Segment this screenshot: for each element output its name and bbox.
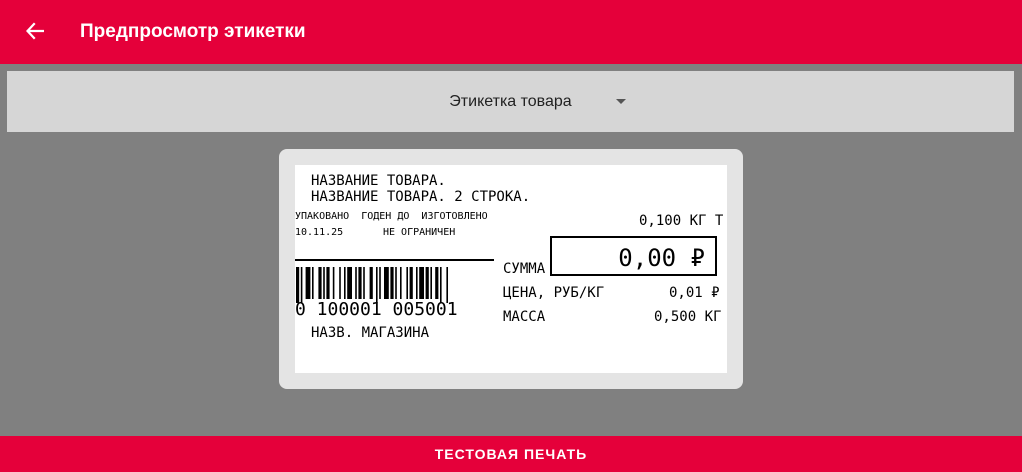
barcode-bar [376,267,378,303]
test-print-button[interactable]: ТЕСТОВАЯ ПЕЧАТЬ [0,436,1022,472]
barcode-bar [312,267,314,299]
tare-value: 0,100 КГ Т [639,213,724,229]
barcode-bar [323,267,325,299]
barcode-bar [332,267,335,299]
product-name-line1: НАЗВАНИЕ ТОВАРА. [311,173,446,189]
barcode-bar [358,267,362,299]
barcode-bar [363,267,365,299]
sum-value: 0,00 ₽ [618,244,705,272]
barcode-bar [305,267,311,299]
barcode-bar [318,267,322,299]
mass-value: 0,500 КГ [654,309,722,325]
divider-line [295,259,494,261]
shop-name: НАЗВ. МАГАЗИНА [311,325,430,341]
barcode [296,267,448,303]
packed-date: 10.11.25 [295,227,344,238]
label-preview: НАЗВАНИЕ ТОВАРА. НАЗВАНИЕ ТОВАРА. 2 СТРО… [295,165,727,373]
label-type-value: Этикетка товара [449,93,572,110]
caret-down-icon [616,99,626,104]
barcode-bar [379,267,381,299]
barcode-bar [384,267,389,299]
label-preview-card: НАЗВАНИЕ ТОВАРА. НАЗВАНИЕ ТОВАРА. 2 СТРО… [279,149,743,389]
barcode-bar [430,267,432,299]
dates-header: УПАКОВАНО ГОДЕН ДО ИЗГОТОВЛЕНО [295,211,488,222]
barcode-bar [339,267,341,299]
barcode-bar [390,267,394,299]
barcode-number: 0 100001 005001 [295,299,458,320]
test-print-label: ТЕСТОВАЯ ПЕЧАТЬ [434,446,588,462]
barcode-bar [406,267,408,299]
back-button[interactable] [18,14,52,48]
price-label: ЦЕНА, РУБ/КГ [503,285,605,301]
mass-label: МАССА [503,309,546,325]
barcode-bar [419,267,424,299]
page-title: Предпросмотр этикетки [80,21,306,42]
arrow-left-icon [26,22,44,40]
barcode-bar [355,267,357,299]
barcode-bar [395,267,397,299]
expiry-value: НЕ ОГРАНИЧЕН [383,227,456,238]
barcode-bar [446,267,448,303]
product-name-line2: НАЗВАНИЕ ТОВАРА. 2 СТРОКА. [311,189,531,205]
barcode-bar [425,267,429,299]
barcode-bar [369,267,373,299]
barcode-bar [300,267,303,303]
barcode-bar [347,267,352,299]
sum-label: СУММА [503,261,546,277]
barcode-bar [409,267,413,299]
barcode-bar [440,267,442,303]
barcode-bar [400,267,402,299]
barcode-bar [296,267,300,303]
barcode-bar [435,267,439,299]
app-bar: Предпросмотр этикетки [0,0,1022,64]
barcode-bar [344,267,346,299]
barcode-bar [416,267,418,299]
sum-box: 0,00 ₽ [550,236,717,276]
barcode-bar [326,267,330,299]
label-type-select[interactable]: Этикетка товара [7,71,1014,132]
price-value: 0,01 ₽ [669,285,720,301]
